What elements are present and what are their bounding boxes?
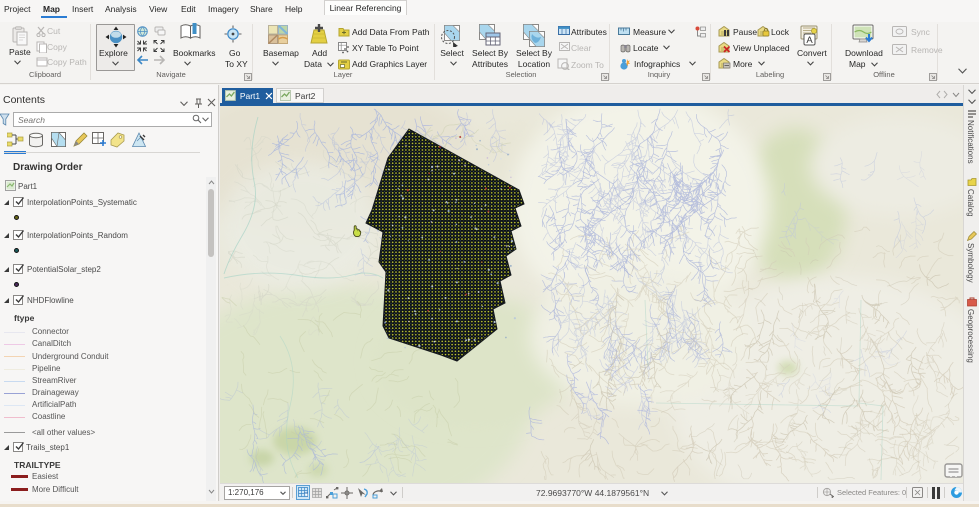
svg-text:A: A <box>806 35 813 46</box>
